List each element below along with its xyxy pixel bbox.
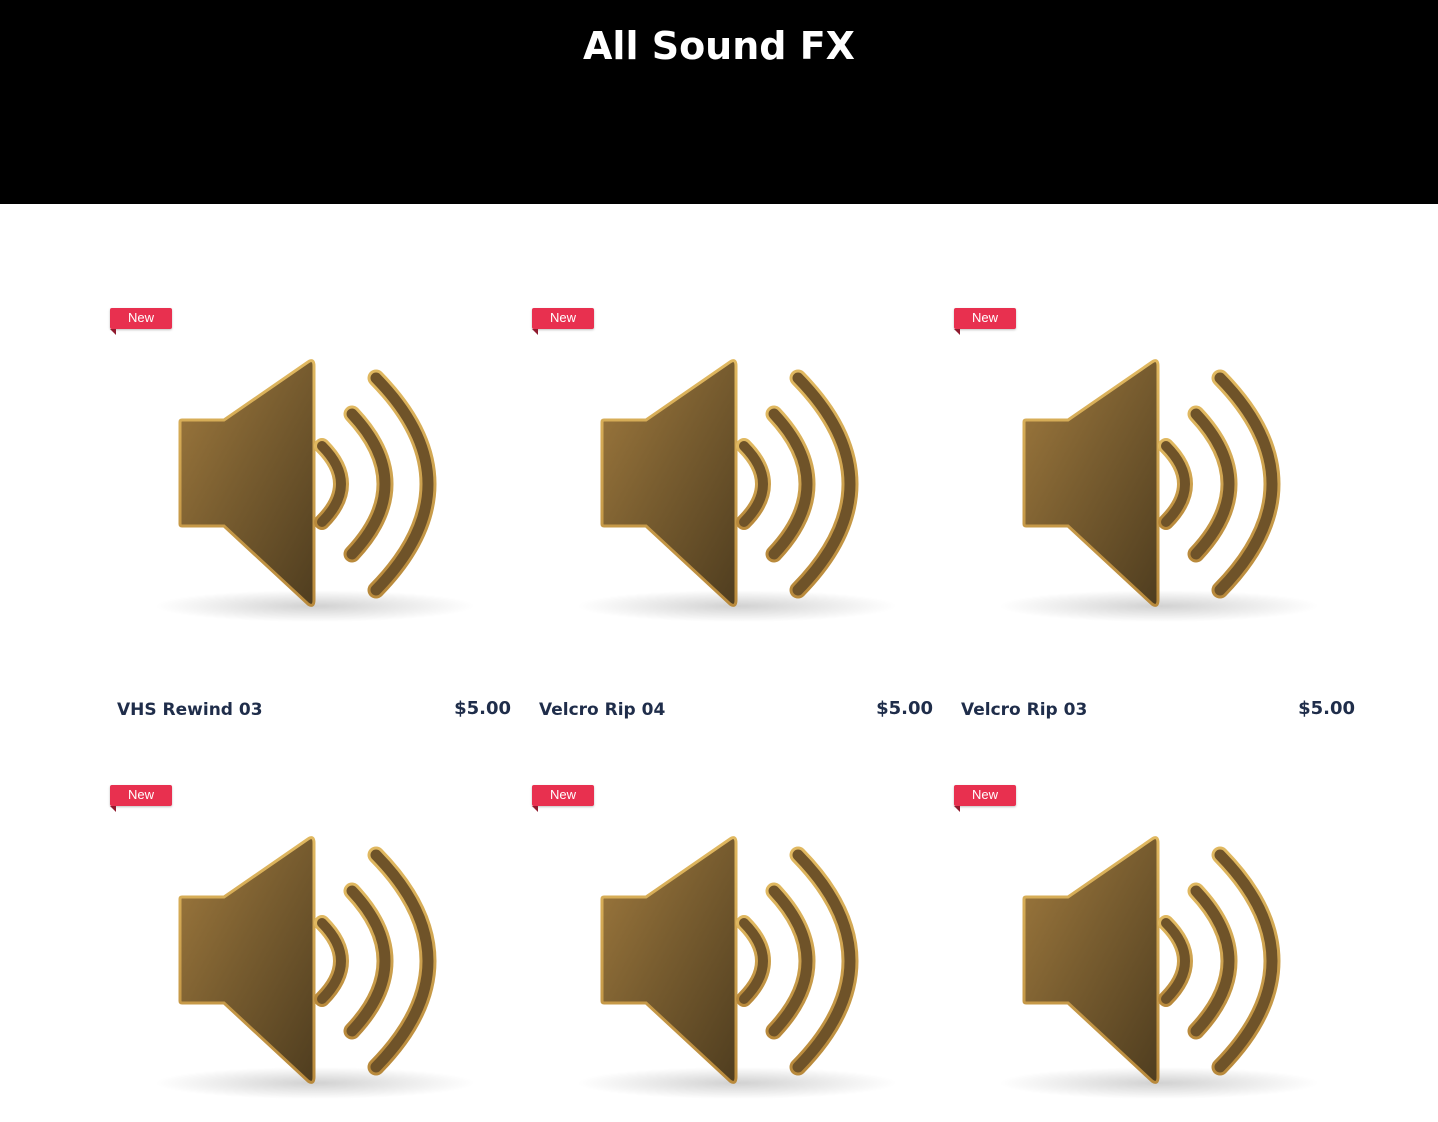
product-card[interactable]: New Velcro Rip 03 $5.00 [954, 204, 1355, 720]
speaker-icon[interactable] [150, 811, 490, 1121]
product-card[interactable]: New VHS Rewind 03 $5.00 [110, 204, 511, 720]
product-card[interactable]: New Velcro Rip 04 $5.00 [532, 204, 933, 720]
speaker-icon[interactable] [994, 334, 1334, 644]
product-card[interactable]: New [110, 681, 510, 1121]
speaker-icon[interactable] [572, 334, 912, 644]
new-badge: New [110, 308, 172, 335]
speaker-icon[interactable] [150, 334, 490, 644]
speaker-icon[interactable] [572, 811, 912, 1121]
speaker-icon[interactable] [994, 811, 1334, 1121]
page-header: All Sound FX [0, 0, 1438, 204]
new-badge: New [532, 785, 594, 812]
new-badge: New [532, 308, 594, 335]
new-badge: New [110, 785, 172, 812]
product-card[interactable]: New [954, 681, 1354, 1121]
new-badge: New [954, 308, 1016, 335]
product-grid: New VHS Rewind 03 $5.00 New Velcro Rip 0… [0, 204, 1438, 1122]
new-badge: New [954, 785, 1016, 812]
page-title: All Sound FX [583, 24, 855, 68]
product-card[interactable]: New [532, 681, 932, 1121]
